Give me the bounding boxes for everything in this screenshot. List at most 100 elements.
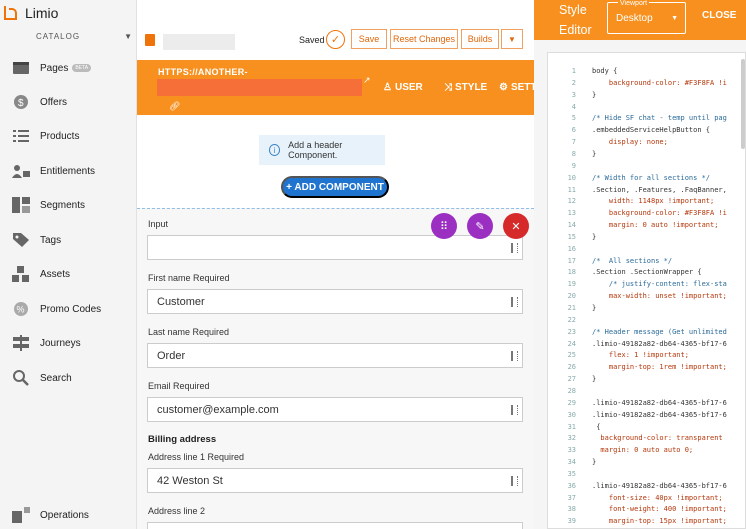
code-line[interactable]: 17 /* All sections */ xyxy=(548,255,745,267)
code-line[interactable]: 9 xyxy=(548,160,745,172)
tab-settings[interactable]: ⚙ SETT xyxy=(499,82,537,93)
link-icon[interactable]: 🔗︎ xyxy=(169,101,180,112)
code-line[interactable]: 10 /* Width for all sections */ xyxy=(548,172,745,184)
more-options-button[interactable]: ▼ xyxy=(501,29,523,49)
code-text: { xyxy=(592,422,601,431)
code-line[interactable]: 13 background-color: #F3F8FA !i xyxy=(548,207,745,219)
code-line[interactable]: 20 max-width: unset !important; xyxy=(548,290,745,302)
code-line[interactable]: 37 font-size: 40px !important; xyxy=(548,492,745,504)
svg-text:$: $ xyxy=(18,98,24,109)
viewport-select[interactable]: Viewport Desktop ▼ xyxy=(607,0,686,34)
line-number: 34 xyxy=(567,458,576,467)
reset-changes-button[interactable]: Reset Changes xyxy=(390,29,458,49)
sidebar-item-label: Tags xyxy=(40,234,62,246)
code-line[interactable]: 33 margin: 0 auto auto 0; xyxy=(548,444,745,456)
brand[interactable]: Limio xyxy=(0,0,136,26)
code-line[interactable]: 5 /* Hide SF chat - temp until pag xyxy=(548,112,745,124)
sidebar-item-label: Promo Codes xyxy=(40,303,102,315)
page-title-field[interactable] xyxy=(163,34,235,50)
sidebar-item-pages[interactable]: Pages BETA xyxy=(0,53,137,83)
sidebar-item-segments[interactable]: Segments xyxy=(0,190,137,220)
code-line[interactable]: 27} xyxy=(548,373,745,385)
code-line[interactable]: 2 background-color: #F3F8FA !i xyxy=(548,77,745,89)
code-line[interactable]: 31 { xyxy=(548,421,745,433)
code-line[interactable]: 21} xyxy=(548,302,745,314)
code-line[interactable]: 36 .limio-49182a82-db64-4365-bf17-6 xyxy=(548,480,745,492)
code-line[interactable]: 32 background-color: transparent xyxy=(548,432,745,444)
code-line[interactable]: 11 .Section, .Features, .FaqBanner, xyxy=(548,184,745,196)
sidebar-item-promo-codes[interactable]: % Promo Codes xyxy=(0,294,137,324)
code-line[interactable]: 29 .limio-49182a82-db64-4365-bf17-6 xyxy=(548,397,745,409)
code-line[interactable]: 28 xyxy=(548,385,745,397)
code-line[interactable]: 16 xyxy=(548,243,745,255)
line-number: 38 xyxy=(567,505,576,514)
line-number: 22 xyxy=(567,315,576,324)
sidebar-item-journeys[interactable]: Journeys xyxy=(0,328,137,358)
code-line[interactable]: 35 xyxy=(548,468,745,480)
code-line[interactable]: 26 margin-top: 1rem !important; xyxy=(548,361,745,373)
sidebar-item-products[interactable]: Products xyxy=(0,121,137,151)
line-number: 3 xyxy=(571,90,576,99)
code-line[interactable]: 18 .Section .SectionWrapper { xyxy=(548,266,745,278)
code-line[interactable]: 1 body { xyxy=(548,65,745,77)
user-icon: ♙ xyxy=(383,82,392,93)
tab-style[interactable]: ⤨ STYLE xyxy=(444,82,487,93)
code-line[interactable]: 24 .limio-49182a82-db64-4365-bf17-6 xyxy=(548,338,745,350)
code-line[interactable]: 4 xyxy=(548,101,745,113)
code-line[interactable]: 38 font-weight: 400 !important; xyxy=(548,503,745,515)
email-field[interactable]: customer@example.com xyxy=(147,397,523,422)
code-line[interactable]: 22 xyxy=(548,314,745,326)
line-number: 28 xyxy=(567,386,576,395)
address-line1-field[interactable]: 42 Weston St xyxy=(147,468,523,493)
sidebar-item-tags[interactable]: Tags xyxy=(0,225,137,255)
sidebar-item-offers[interactable]: $ Offers xyxy=(0,87,137,117)
builds-button[interactable]: Builds xyxy=(461,29,499,49)
sidebar-item-operations[interactable]: Operations xyxy=(0,500,137,529)
code-line[interactable]: 19 /* justify-content: flex-sta xyxy=(548,278,745,290)
code-line[interactable]: 3} xyxy=(548,89,745,101)
code-line[interactable]: 30 .limio-49182a82-db64-4365-bf17-6 xyxy=(548,409,745,421)
operations-icon xyxy=(12,506,30,524)
code-line[interactable]: 39 margin-top: 15px !important; xyxy=(548,515,745,527)
sidebar-item-assets[interactable]: Assets xyxy=(0,259,137,289)
address-line2-field[interactable] xyxy=(147,522,523,529)
code-text: margin: 0 auto !important; xyxy=(592,221,719,230)
field-label: First name Required xyxy=(148,273,230,283)
remove-component-button[interactable]: ✕ xyxy=(503,213,529,239)
code-text: /* Width for all sections */ xyxy=(592,173,711,182)
css-code-editor[interactable]: 1 body {2 background-color: #F3F8FA !i 3} 4… xyxy=(547,52,746,529)
line-number: 19 xyxy=(567,280,576,289)
code-line[interactable]: 34} xyxy=(548,456,745,468)
code-line[interactable]: 14 margin: 0 auto !important; xyxy=(548,219,745,231)
code-line[interactable]: 25 flex: 1 !important; xyxy=(548,349,745,361)
tab-user[interactable]: ♙ USER xyxy=(383,82,423,93)
page-url-bar: HTTPS://ANOTHER- ↗ 🔗︎ ♙ USER ⤨ STYLE ⚙ S… xyxy=(137,60,537,115)
code-line[interactable]: 15} xyxy=(548,231,745,243)
code-line[interactable]: 23 /* Header message (Get unlimited xyxy=(548,326,745,338)
save-button[interactable]: Save xyxy=(351,29,387,49)
code-text: .embeddedServiceHelpButton { xyxy=(592,126,711,135)
code-text: background-color: transparent xyxy=(592,434,723,443)
add-component-button[interactable]: + ADD COMPONENT xyxy=(281,176,389,198)
catalog-selector[interactable]: CATALOG ▼ xyxy=(0,26,136,46)
external-link-icon[interactable]: ↗ xyxy=(363,75,371,86)
sidebar-item-search[interactable]: Search xyxy=(0,363,137,393)
saved-status: Saved xyxy=(299,35,325,45)
edit-component-button[interactable]: ✎ xyxy=(467,213,493,239)
close-button[interactable]: CLOSE xyxy=(702,10,736,21)
input-field[interactable] xyxy=(147,235,523,260)
line-number: 15 xyxy=(567,232,576,241)
sidebar-item-label: Offers xyxy=(40,96,68,108)
code-line[interactable]: 6 .embeddedServiceHelpButton { xyxy=(548,124,745,136)
first-name-field[interactable]: Customer xyxy=(147,289,523,314)
file-icon xyxy=(145,34,155,46)
sidebar-item-entitlements[interactable]: Entitlements xyxy=(0,156,137,186)
drag-handle-button[interactable]: ⠿ xyxy=(431,213,457,239)
code-line[interactable]: 12 width: 1148px !important; xyxy=(548,195,745,207)
code-line[interactable]: 7 display: none; xyxy=(548,136,745,148)
code-text: font-weight: 400 !important; xyxy=(592,505,727,514)
last-name-field[interactable]: Order xyxy=(147,343,523,368)
line-number: 13 xyxy=(567,209,576,218)
code-line[interactable]: 8} xyxy=(548,148,745,160)
gear-icon: ⚙ xyxy=(499,82,508,93)
